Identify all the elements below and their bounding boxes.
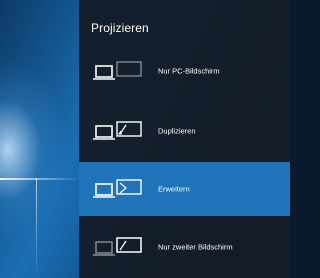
project-panel: Projizieren Nur PC-Bildschirm Dupliziere… xyxy=(79,0,290,278)
option-label: Erweitern xyxy=(158,184,190,194)
option-label: Nur zweiter Bildschirm xyxy=(158,242,233,252)
second-screen-only-icon xyxy=(93,237,142,256)
option-extend[interactable]: Erweitern xyxy=(79,162,290,216)
duplicate-icon xyxy=(93,121,142,140)
option-label: Duplizieren xyxy=(158,126,196,136)
option-label: Nur PC-Bildschirm xyxy=(158,66,220,76)
panel-title: Projizieren xyxy=(91,21,149,35)
option-second-screen-only[interactable]: Nur zweiter Bildschirm xyxy=(79,220,290,274)
pc-screen-only-icon xyxy=(93,61,142,80)
option-duplicate[interactable]: Duplizieren xyxy=(79,104,290,158)
extend-icon xyxy=(93,179,142,198)
wallpaper-light-beam xyxy=(0,178,80,180)
wallpaper-light-beam xyxy=(36,178,37,278)
option-pc-screen-only[interactable]: Nur PC-Bildschirm xyxy=(79,44,290,98)
